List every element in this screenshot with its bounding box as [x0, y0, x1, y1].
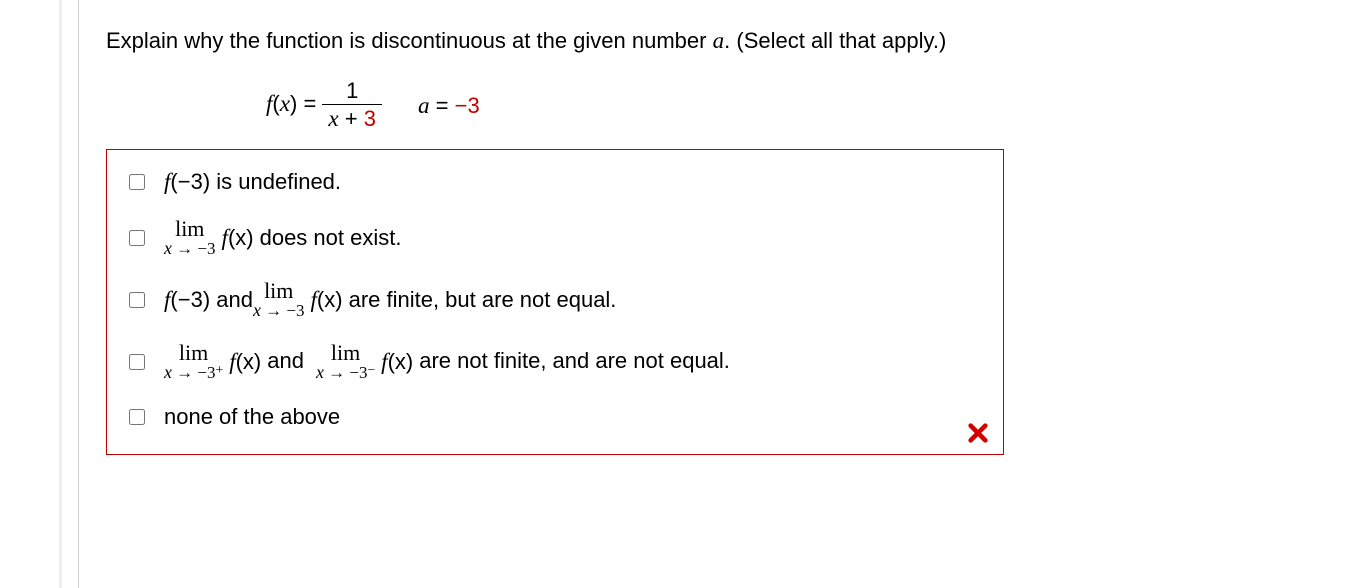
- opt3-lim-top: lim: [264, 280, 293, 302]
- a-val: −3: [455, 93, 480, 118]
- opt4-lim2-top: lim: [331, 342, 360, 364]
- opt4-lim1-bot: x → −3+: [164, 364, 223, 382]
- den-const: 3: [364, 106, 376, 131]
- question-content: Explain why the function is discontinuou…: [106, 24, 1330, 455]
- opt4-tail: are not finite, and are not equal.: [419, 348, 730, 374]
- option-4-label: lim x → −3+ f(x) and lim x → −3− f(x) ar…: [164, 342, 730, 382]
- opt4-fx1: f(x): [223, 348, 267, 376]
- option-1-label: f(−3) is undefined.: [164, 168, 341, 196]
- opt2-fx: f(x): [216, 224, 260, 252]
- equation-lhs: f(x) = 1 x + 3: [266, 79, 382, 132]
- opt2-tail: does not exist.: [260, 225, 402, 251]
- option-2-label: lim x → −3 f(x) does not exist.: [164, 218, 401, 258]
- opt3-limit: lim x → −3: [253, 280, 305, 320]
- opt3-tail: are finite, but are not equal.: [349, 287, 617, 313]
- opt4-lim1-top: lim: [179, 342, 208, 364]
- option-3-label: f(−3) and lim x → −3 f(x) are finite, bu…: [164, 280, 616, 320]
- left-margin-decoration: [59, 0, 62, 588]
- opt3-f: f(−3) and: [164, 286, 253, 314]
- opt2-lim-top: lim: [175, 218, 204, 240]
- option-5-checkbox[interactable]: [129, 409, 145, 425]
- equation-display: f(x) = 1 x + 3 a = −3: [266, 79, 1330, 132]
- prompt-var: a: [713, 27, 725, 53]
- a-eq: =: [430, 93, 455, 118]
- denominator: x + 3: [322, 104, 382, 131]
- option-3[interactable]: f(−3) and lim x → −3 f(x) are finite, bu…: [125, 280, 985, 320]
- den-var: x: [328, 105, 338, 131]
- prompt-text-after: . (Select all that apply.): [724, 28, 946, 53]
- opt3-lim-bot: x → −3: [253, 302, 305, 320]
- opt3-fx: f(x): [305, 286, 349, 314]
- question-prompt: Explain why the function is discontinuou…: [106, 24, 1330, 57]
- prompt-text-before: Explain why the function is discontinuou…: [106, 28, 713, 53]
- option-2[interactable]: lim x → −3 f(x) does not exist.: [125, 218, 985, 258]
- fraction: 1 x + 3: [322, 79, 382, 132]
- opt1-rest: (−3) is undefined.: [170, 169, 341, 195]
- opt2-limit: lim x → −3: [164, 218, 216, 258]
- left-margin: [0, 0, 79, 588]
- equals: =: [297, 91, 322, 116]
- opt4-limit-right: lim x → −3+: [164, 342, 223, 382]
- numerator: 1: [340, 79, 364, 104]
- opt4-limit-left: lim x → −3−: [316, 342, 375, 382]
- option-1-checkbox[interactable]: [129, 174, 145, 190]
- incorrect-icon: [967, 422, 989, 444]
- opt4-fx2: f(x): [375, 348, 419, 376]
- option-2-checkbox[interactable]: [129, 230, 145, 246]
- option-4[interactable]: lim x → −3+ f(x) and lim x → −3− f(x) ar…: [125, 342, 985, 382]
- option-1[interactable]: f(−3) is undefined.: [125, 168, 985, 196]
- opt2-lim-bot: x → −3: [164, 240, 216, 258]
- a-var: a: [418, 92, 430, 118]
- option-4-checkbox[interactable]: [129, 354, 145, 370]
- option-5-label: none of the above: [164, 404, 340, 430]
- fn-name: f: [266, 90, 272, 116]
- option-3-checkbox[interactable]: [129, 292, 145, 308]
- opt4-lim2-bot: x → −3−: [316, 364, 375, 382]
- fn-arg: x: [280, 90, 290, 116]
- equation-rhs: a = −3: [418, 92, 480, 119]
- opt4-mid: and: [267, 348, 304, 374]
- option-5[interactable]: none of the above: [125, 404, 985, 430]
- answer-options: f(−3) is undefined. lim x → −3 f(x) does…: [106, 149, 1004, 455]
- den-op: +: [339, 106, 364, 131]
